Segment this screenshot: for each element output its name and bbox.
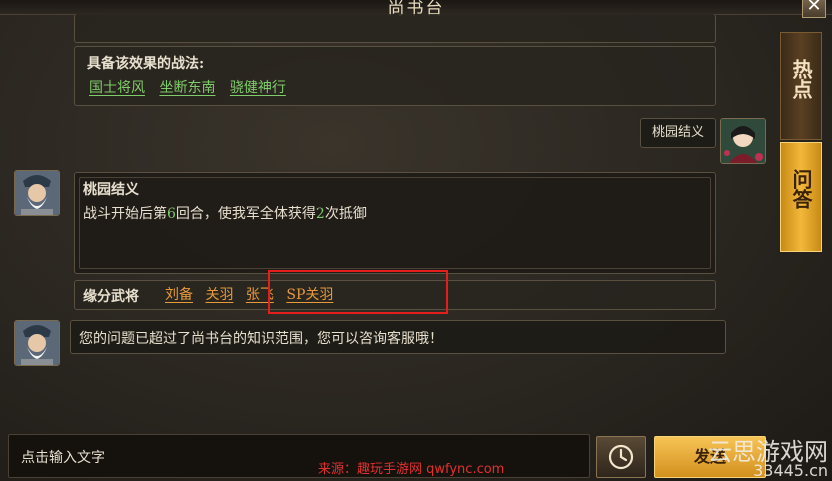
- limit-text: 您的问题已超过了尚书台的知识范围，您可以咨询客服哦！: [79, 331, 443, 347]
- tactics-heading: 具备该效果的战法:: [87, 56, 205, 72]
- tactic-link[interactable]: 国士将风: [89, 80, 145, 96]
- input-placeholder: 点击输入文字: [21, 450, 105, 466]
- highlight-box: [268, 270, 448, 314]
- general-link[interactable]: 刘备: [165, 287, 193, 303]
- desc-mid: 回合，使我军全体获得: [175, 206, 316, 222]
- clock-icon: [608, 444, 634, 470]
- game-dialog: 尚书台 ✕ 热点 问答 具备该效果的战法: 国士将风 坐断东南 骁健神行 桃园结…: [0, 0, 832, 481]
- tactic-link[interactable]: 坐断东南: [159, 80, 215, 96]
- answer-description: 战斗开始后第6回合，使我军全体获得2次抵御: [83, 203, 367, 223]
- advisor-avatar: [14, 170, 60, 216]
- tab-qa-label: 问答: [789, 169, 813, 209]
- previous-message-panel: [74, 14, 716, 43]
- general-link[interactable]: 关羽: [205, 287, 233, 303]
- answer-inner-frame: [79, 177, 711, 269]
- desc-suffix: 次抵御: [324, 206, 367, 222]
- tab-hot[interactable]: 热点: [780, 32, 822, 140]
- user-message-bubble: 桃园结义: [640, 118, 716, 148]
- source-watermark: 来源：趣玩手游网 qwfync.com: [318, 462, 505, 477]
- bot-limit-message: 您的问题已超过了尚书台的知识范围，您可以咨询客服哦！: [70, 320, 726, 354]
- tab-qa[interactable]: 问答: [780, 142, 822, 252]
- fate-label: 缘分武将: [83, 289, 139, 305]
- side-tabs: 热点 问答: [780, 32, 822, 252]
- title-bar: 尚书台 ✕: [0, 0, 832, 19]
- tab-hot-label: 热点: [789, 59, 813, 99]
- desc-count: 2: [315, 206, 325, 222]
- answer-panel: 桃园结义 战斗开始后第6回合，使我军全体获得2次抵御: [74, 172, 716, 274]
- tactic-link[interactable]: 骁健神行: [230, 80, 286, 96]
- tactics-panel: 具备该效果的战法: 国士将风 坐断东南 骁健神行: [74, 46, 716, 106]
- close-button[interactable]: ✕: [802, 0, 826, 18]
- desc-round: 6: [167, 206, 176, 222]
- tactics-link-list: 国士将风 坐断东南 骁健神行: [89, 77, 296, 97]
- user-avatar: [720, 118, 766, 164]
- answer-title: 桃园结义: [83, 182, 139, 198]
- desc-prefix: 战斗开始后第: [83, 206, 167, 222]
- site-domain-watermark: 33445.cn: [753, 461, 828, 480]
- history-button[interactable]: [596, 436, 646, 478]
- advisor-avatar: [14, 320, 60, 366]
